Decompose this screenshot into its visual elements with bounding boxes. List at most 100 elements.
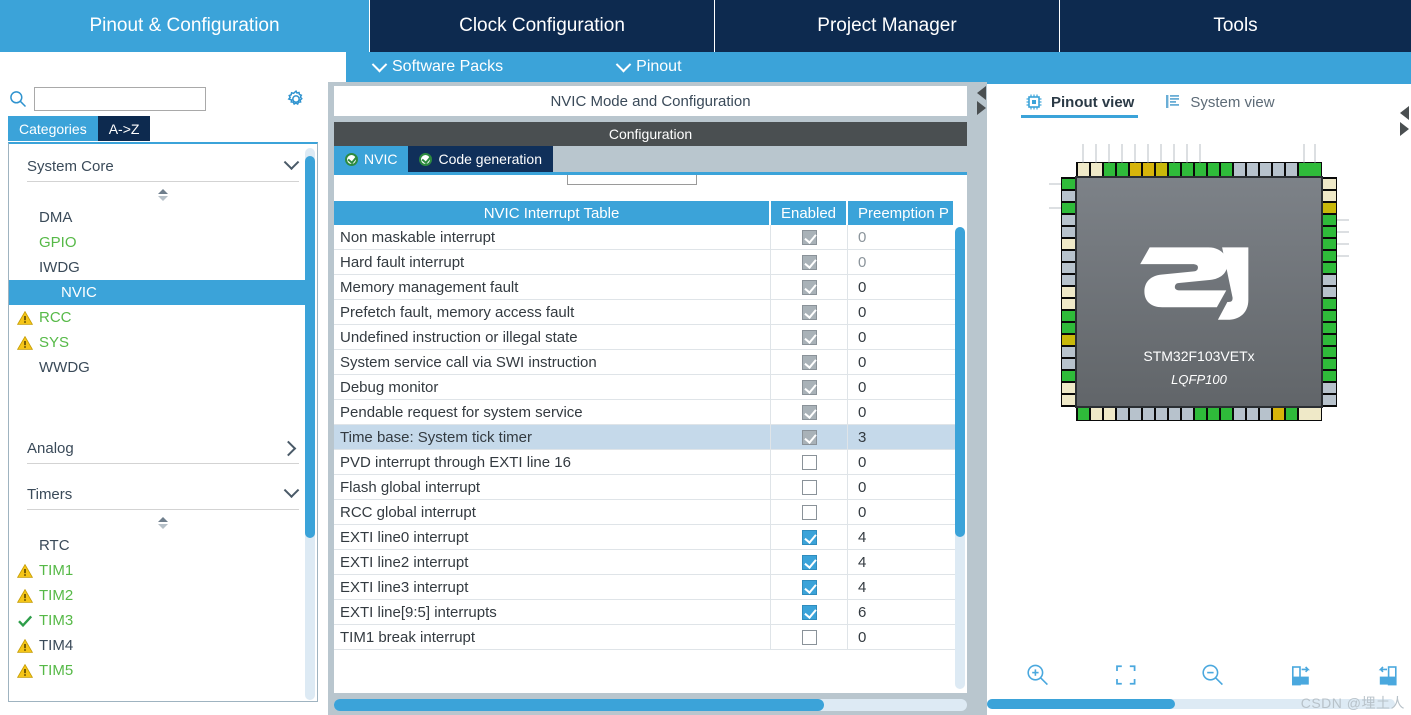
chip-diagram-stage[interactable]: STM32F103VETx LQFP100 xyxy=(987,122,1411,637)
table-row[interactable]: RCC global interrupt 0 xyxy=(334,500,955,525)
enabled-checkbox[interactable] xyxy=(801,379,817,395)
menu-software-packs[interactable]: Software Packs xyxy=(371,56,503,76)
sidebar-scrollbar-thumb[interactable] xyxy=(305,156,315,538)
stm32-package-graphic[interactable]: STM32F103VETx LQFP100 xyxy=(1049,132,1349,462)
enabled-checkbox[interactable] xyxy=(801,279,817,295)
cell-enabled xyxy=(771,275,848,299)
zoom-out-icon[interactable] xyxy=(1200,659,1226,691)
warning-icon xyxy=(17,335,33,350)
table-row[interactable]: Pendable request for system service 0 xyxy=(334,400,955,425)
table-vertical-scrollbar-track[interactable] xyxy=(955,227,965,689)
column-header-preemption-priority[interactable]: Preemption P xyxy=(848,201,953,225)
sidebar-group-system-core[interactable]: System Core xyxy=(27,154,300,182)
table-row[interactable]: EXTI line[9:5] interrupts 6 xyxy=(334,600,955,625)
cell-enabled xyxy=(771,500,848,524)
enabled-checkbox[interactable] xyxy=(801,504,817,520)
table-row[interactable]: Flash global interrupt 0 xyxy=(334,475,955,500)
sidebar-item-nvic[interactable]: NVIC xyxy=(9,280,305,305)
sidebar-item-label: TIM1 xyxy=(39,562,74,579)
fit-to-screen-icon[interactable] xyxy=(1113,659,1139,691)
sidebar-item-tim3[interactable]: TIM3 xyxy=(9,608,317,633)
enabled-checkbox[interactable] xyxy=(801,329,817,345)
rotate-left-icon[interactable] xyxy=(1375,659,1401,691)
enabled-checkbox[interactable] xyxy=(801,229,817,245)
pinout-horizontal-scrollbar-thumb[interactable] xyxy=(987,699,1175,709)
enabled-checkbox[interactable] xyxy=(801,629,817,645)
table-row[interactable]: PVD interrupt through EXTI line 16 0 xyxy=(334,450,955,475)
zoom-in-icon[interactable] xyxy=(1025,659,1051,691)
sidebar-item-rcc[interactable]: RCC xyxy=(9,305,317,330)
view-tab-label: System view xyxy=(1190,93,1275,111)
sidebar-item-dma[interactable]: DMA xyxy=(9,205,317,230)
enabled-checkbox[interactable] xyxy=(801,454,817,470)
enabled-checkbox[interactable] xyxy=(801,479,817,495)
enabled-checkbox[interactable] xyxy=(801,354,817,370)
enabled-checkbox[interactable] xyxy=(801,304,817,320)
cell-interrupt-name: EXTI line2 interrupt xyxy=(334,550,771,574)
table-row[interactable]: Prefetch fault, memory access fault 0 xyxy=(334,300,955,325)
enabled-checkbox[interactable] xyxy=(801,254,817,270)
gear-icon[interactable] xyxy=(286,89,306,109)
sidebar-item-tim5[interactable]: TIM5 xyxy=(9,658,317,683)
menu-pinout[interactable]: Pinout xyxy=(615,56,682,76)
table-row[interactable]: Debug monitor 0 xyxy=(334,375,955,400)
config-tab-nvic[interactable]: NVIC xyxy=(334,146,409,172)
sidebar-item-label: TIM2 xyxy=(39,587,74,604)
sidebar-item-gpio[interactable]: GPIO xyxy=(9,230,317,255)
subbar-spacer xyxy=(0,52,346,82)
enabled-checkbox[interactable] xyxy=(801,554,817,570)
enabled-checkbox[interactable] xyxy=(801,604,817,620)
table-row[interactable]: System service call via SWI instruction … xyxy=(334,350,955,375)
mode-configuration-header: NVIC Mode and Configuration xyxy=(334,86,967,116)
tab-system-view[interactable]: System view xyxy=(1164,84,1275,120)
table-row[interactable]: Undefined instruction or illegal state 0 xyxy=(334,325,955,350)
cell-interrupt-name: Flash global interrupt xyxy=(334,475,771,499)
sidebar-group-timers[interactable]: Timers xyxy=(27,482,300,510)
tab-project-manager[interactable]: Project Manager xyxy=(715,0,1060,52)
table-row[interactable]: Time base: System tick timer 3 xyxy=(334,425,955,450)
sidebar-group-analog[interactable]: Analog xyxy=(27,440,299,464)
table-row[interactable]: Memory management fault 0 xyxy=(334,275,955,300)
right-edge-collapse-handle[interactable] xyxy=(1398,102,1411,162)
sidebar-tab-categories[interactable]: Categories xyxy=(8,116,98,141)
sidebar-item-rtc[interactable]: RTC xyxy=(9,533,317,558)
table-row[interactable]: EXTI line3 interrupt 4 xyxy=(334,575,955,600)
search-input[interactable] xyxy=(34,87,206,111)
sidebar-item-tim4[interactable]: TIM4 xyxy=(9,633,317,658)
sidebar-item-tim1[interactable]: TIM1 xyxy=(9,558,317,583)
rotate-right-icon[interactable] xyxy=(1288,659,1314,691)
tab-clock-configuration[interactable]: Clock Configuration xyxy=(370,0,715,52)
tab-pinout-view[interactable]: Pinout view xyxy=(1020,84,1139,120)
column-header-enabled[interactable]: Enabled xyxy=(771,201,848,225)
sidebar-item-iwdg[interactable]: IWDG xyxy=(9,255,317,280)
tab-pinout-configuration[interactable]: Pinout & Configuration xyxy=(0,0,370,52)
sidebar-scrollbar-track[interactable] xyxy=(305,148,315,700)
sidebar-search-row xyxy=(0,82,328,116)
table-row[interactable]: EXTI line2 interrupt 4 xyxy=(334,550,955,575)
table-horizontal-scrollbar-thumb[interactable] xyxy=(334,699,824,711)
table-row[interactable]: EXTI line0 interrupt 4 xyxy=(334,525,955,550)
table-row[interactable]: Non maskable interrupt 0 xyxy=(334,225,955,250)
enabled-checkbox[interactable] xyxy=(801,529,817,545)
right-panel-collapse-handle[interactable] xyxy=(975,84,987,128)
column-header-interrupt-table[interactable]: NVIC Interrupt Table xyxy=(334,201,771,225)
table-horizontal-scrollbar-track[interactable] xyxy=(334,699,967,711)
priority-group-combobox[interactable] xyxy=(567,175,697,185)
cell-interrupt-name: RCC global interrupt xyxy=(334,500,771,524)
table-vertical-scrollbar-thumb[interactable] xyxy=(955,227,965,537)
sidebar-item-tim2[interactable]: TIM2 xyxy=(9,583,317,608)
cell-enabled xyxy=(771,625,848,649)
config-tab-code-generation[interactable]: Code generation xyxy=(408,146,553,172)
sidebar-item-sys[interactable]: SYS xyxy=(9,330,317,355)
tab-tools[interactable]: Tools xyxy=(1060,0,1411,52)
table-row[interactable]: Hard fault interrupt 0 xyxy=(334,250,955,275)
sidebar-item-wwdg[interactable]: WWDG xyxy=(9,355,317,380)
enabled-checkbox[interactable] xyxy=(801,579,817,595)
enabled-checkbox[interactable] xyxy=(801,429,817,445)
chip-diagram[interactable]: STM32F103VETx LQFP100 xyxy=(1049,132,1349,467)
scroll-spinner-system-core[interactable] xyxy=(9,189,317,201)
sidebar-tab-a-to-z[interactable]: A->Z xyxy=(97,116,151,141)
table-row[interactable]: TIM1 break interrupt 0 xyxy=(334,625,955,650)
enabled-checkbox[interactable] xyxy=(801,404,817,420)
scroll-spinner-timers[interactable] xyxy=(9,517,317,529)
